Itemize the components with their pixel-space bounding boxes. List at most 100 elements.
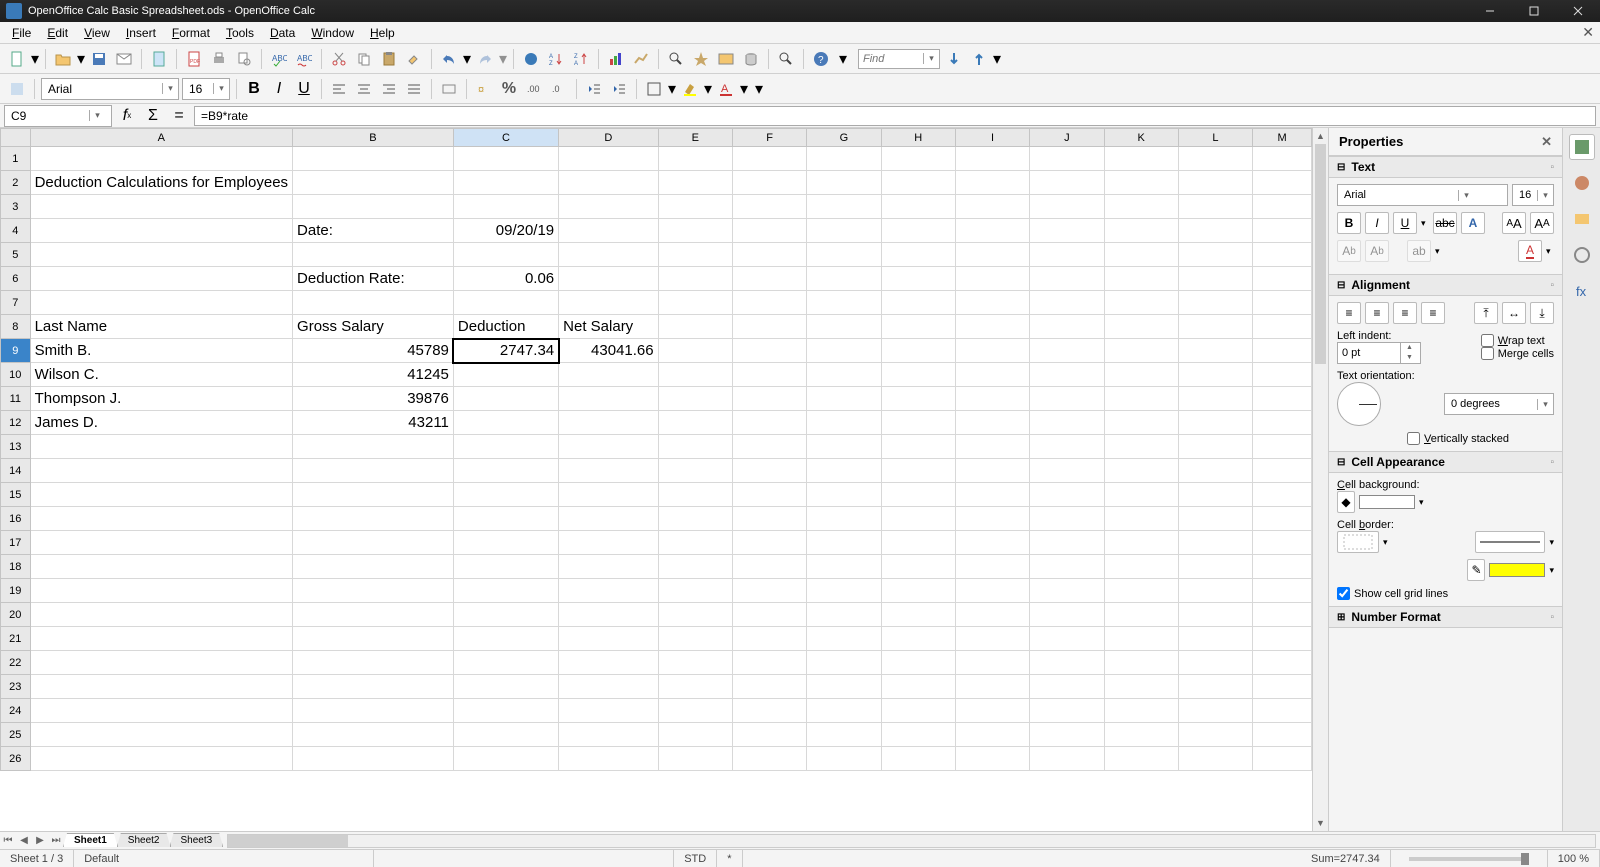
cell-H15[interactable] — [881, 483, 955, 507]
maximize-button[interactable] — [1512, 0, 1556, 22]
cell-J3[interactable] — [1030, 195, 1104, 219]
cell-M5[interactable] — [1253, 243, 1312, 267]
tab-prev-icon[interactable]: ◀ — [16, 833, 32, 849]
cell-E10[interactable] — [658, 363, 732, 387]
cell-E6[interactable] — [658, 267, 732, 291]
cell-M16[interactable] — [1253, 507, 1312, 531]
cell-K20[interactable] — [1104, 603, 1178, 627]
cell-F15[interactable] — [732, 483, 806, 507]
section-numfmt-header[interactable]: ⊞Number Format▫ — [1329, 606, 1562, 628]
cell-E14[interactable] — [658, 459, 732, 483]
cell-D2[interactable] — [559, 171, 658, 195]
format-paintbrush-icon[interactable] — [403, 48, 425, 70]
cell-H14[interactable] — [881, 459, 955, 483]
fmt-overflow[interactable]: ▾ — [755, 79, 763, 99]
cell-L6[interactable] — [1178, 267, 1252, 291]
cell-I10[interactable] — [955, 363, 1029, 387]
cell-M11[interactable] — [1253, 387, 1312, 411]
cell-C20[interactable] — [453, 603, 558, 627]
cell-A14[interactable] — [30, 459, 292, 483]
cell-B16[interactable] — [293, 507, 454, 531]
cell-M20[interactable] — [1253, 603, 1312, 627]
cell-L2[interactable] — [1178, 171, 1252, 195]
cell-E7[interactable] — [658, 291, 732, 315]
row-header-6[interactable]: 6 — [1, 267, 31, 291]
cell-C16[interactable] — [453, 507, 558, 531]
cell-L9[interactable] — [1178, 339, 1252, 363]
cell-M2[interactable] — [1253, 171, 1312, 195]
cell-A23[interactable] — [30, 675, 292, 699]
cell-M19[interactable] — [1253, 579, 1312, 603]
orientation-dial[interactable] — [1337, 382, 1381, 426]
cell-C10[interactable] — [453, 363, 558, 387]
cell-G17[interactable] — [807, 531, 881, 555]
cell-K12[interactable] — [1104, 411, 1178, 435]
sb-align-left-icon[interactable]: ≡ — [1337, 302, 1361, 324]
cell-L13[interactable] — [1178, 435, 1252, 459]
sidebar-close-icon[interactable]: ✕ — [1541, 134, 1552, 150]
cell-F23[interactable] — [732, 675, 806, 699]
cell-G19[interactable] — [807, 579, 881, 603]
cell-I2[interactable] — [955, 171, 1029, 195]
cell-J1[interactable] — [1030, 147, 1104, 171]
cell-H22[interactable] — [881, 651, 955, 675]
cell-K4[interactable] — [1104, 219, 1178, 243]
cell-I22[interactable] — [955, 651, 1029, 675]
sb-shadow-icon[interactable]: A — [1461, 212, 1485, 234]
cell-E11[interactable] — [658, 387, 732, 411]
bgcolor-dropdown[interactable]: ▾ — [704, 79, 712, 99]
cell-C11[interactable] — [453, 387, 558, 411]
cell-C26[interactable] — [453, 747, 558, 771]
cell-M9[interactable] — [1253, 339, 1312, 363]
menu-format[interactable]: Format — [164, 24, 218, 42]
cell-K6[interactable] — [1104, 267, 1178, 291]
merge-cells-icon[interactable] — [438, 78, 460, 100]
cell-L20[interactable] — [1178, 603, 1252, 627]
cell-K7[interactable] — [1104, 291, 1178, 315]
cell-K5[interactable] — [1104, 243, 1178, 267]
cell-G24[interactable] — [807, 699, 881, 723]
cell-A24[interactable] — [30, 699, 292, 723]
cell-E20[interactable] — [658, 603, 732, 627]
sb-fontcolor-icon[interactable]: A — [1518, 240, 1542, 262]
cell-H11[interactable] — [881, 387, 955, 411]
orientation-combo[interactable]: ▾ — [1444, 393, 1554, 415]
cell-L21[interactable] — [1178, 627, 1252, 651]
row-header-9[interactable]: 9 — [1, 339, 31, 363]
row-header-19[interactable]: 19 — [1, 579, 31, 603]
cell-F5[interactable] — [732, 243, 806, 267]
cell-E16[interactable] — [658, 507, 732, 531]
cell-G5[interactable] — [807, 243, 881, 267]
sort-desc-icon[interactable]: ZA — [570, 48, 592, 70]
close-document-icon[interactable]: ✕ — [1582, 24, 1594, 41]
cell-H2[interactable] — [881, 171, 955, 195]
font-size-input[interactable] — [183, 82, 213, 96]
sb-align-right-icon[interactable]: ≡ — [1393, 302, 1417, 324]
cell-F14[interactable] — [732, 459, 806, 483]
cell-L1[interactable] — [1178, 147, 1252, 171]
cell-G3[interactable] — [807, 195, 881, 219]
cell-E13[interactable] — [658, 435, 732, 459]
find-dropdown[interactable]: ▾ — [923, 53, 939, 64]
cell-M24[interactable] — [1253, 699, 1312, 723]
sidebar-font-size[interactable]: ▾ — [1512, 184, 1554, 206]
tab-next-icon[interactable]: ▶ — [32, 833, 48, 849]
row-header-17[interactable]: 17 — [1, 531, 31, 555]
cell-A21[interactable] — [30, 627, 292, 651]
border-style-icon[interactable] — [1475, 531, 1545, 553]
cell-L11[interactable] — [1178, 387, 1252, 411]
cell-A16[interactable] — [30, 507, 292, 531]
show-draw-icon[interactable] — [630, 48, 652, 70]
print-preview-icon[interactable] — [233, 48, 255, 70]
cell-L23[interactable] — [1178, 675, 1252, 699]
cell-B10[interactable]: 41245 — [293, 363, 454, 387]
menu-edit[interactable]: Edit — [39, 24, 76, 42]
row-header-8[interactable]: 8 — [1, 315, 31, 339]
cell-H4[interactable] — [881, 219, 955, 243]
cell-B21[interactable] — [293, 627, 454, 651]
bg-fill-icon[interactable]: ◆ — [1337, 491, 1355, 513]
export-pdf-icon[interactable]: PDF — [183, 48, 205, 70]
percent-icon[interactable]: % — [498, 78, 520, 100]
cell-C25[interactable] — [453, 723, 558, 747]
cell-F6[interactable] — [732, 267, 806, 291]
